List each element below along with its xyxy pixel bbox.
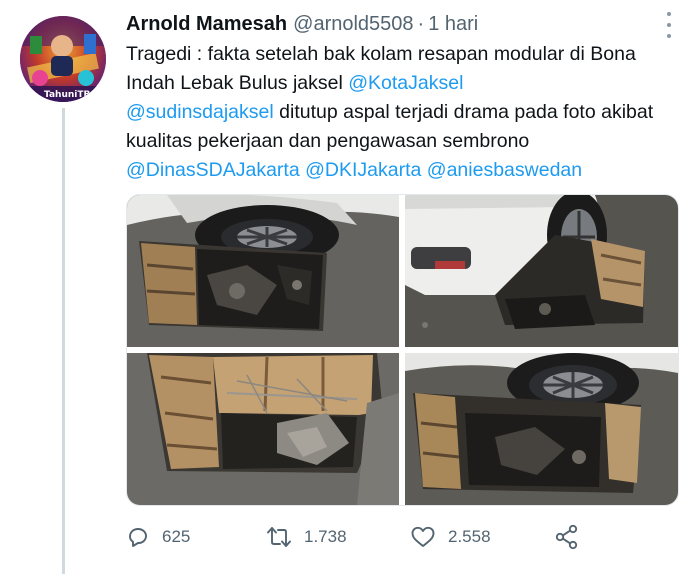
tweet-text: Tragedi : fakta setelah bak kolam resapa… bbox=[126, 40, 676, 185]
photo-4[interactable] bbox=[405, 353, 678, 505]
photo-3[interactable] bbox=[127, 353, 399, 505]
tweet-actions: 625 1.738 2.558 bbox=[126, 520, 596, 554]
reply-button[interactable]: 625 bbox=[126, 525, 190, 549]
share-icon bbox=[555, 524, 578, 550]
photo-1[interactable] bbox=[127, 195, 399, 347]
mention-dkijakarta[interactable]: @DKIJakarta bbox=[305, 159, 421, 181]
tweet-timestamp[interactable]: 1 hari bbox=[428, 13, 478, 36]
reply-icon bbox=[129, 528, 147, 547]
separator-dot: · bbox=[417, 12, 425, 35]
avatar-caption: TahuniTB bbox=[44, 90, 91, 100]
author-name[interactable]: Arnold Mamesah bbox=[126, 13, 287, 36]
mention-dinassdajakarta[interactable]: @DinasSDAJakarta bbox=[126, 159, 300, 181]
mention-kotajaksel[interactable]: @KotaJaksel bbox=[348, 72, 463, 94]
mention-aniesbaswedan[interactable]: @aniesbaswedan bbox=[427, 159, 582, 181]
more-options-icon[interactable] bbox=[664, 12, 674, 38]
retweet-count: 1.738 bbox=[304, 527, 347, 546]
heart-icon bbox=[411, 526, 435, 547]
retweet-button[interactable]: 1.738 bbox=[266, 525, 347, 549]
thread-line bbox=[62, 108, 65, 574]
mention-sudinsdajaksel[interactable]: @sudinsdajaksel bbox=[126, 101, 274, 123]
photo-2[interactable] bbox=[405, 195, 678, 347]
author-avatar[interactable]: TahuniTB bbox=[20, 16, 106, 102]
like-button[interactable]: 2.558 bbox=[410, 525, 491, 549]
like-count: 2.558 bbox=[448, 527, 491, 546]
reply-count: 625 bbox=[162, 527, 191, 546]
retweet-icon bbox=[267, 527, 291, 547]
media-grid bbox=[126, 194, 679, 506]
share-button[interactable] bbox=[554, 524, 580, 550]
author-handle[interactable]: @arnold5508 bbox=[293, 13, 413, 36]
tweet-header: Arnold Mamesah @arnold5508 · 1 hari bbox=[126, 10, 676, 38]
